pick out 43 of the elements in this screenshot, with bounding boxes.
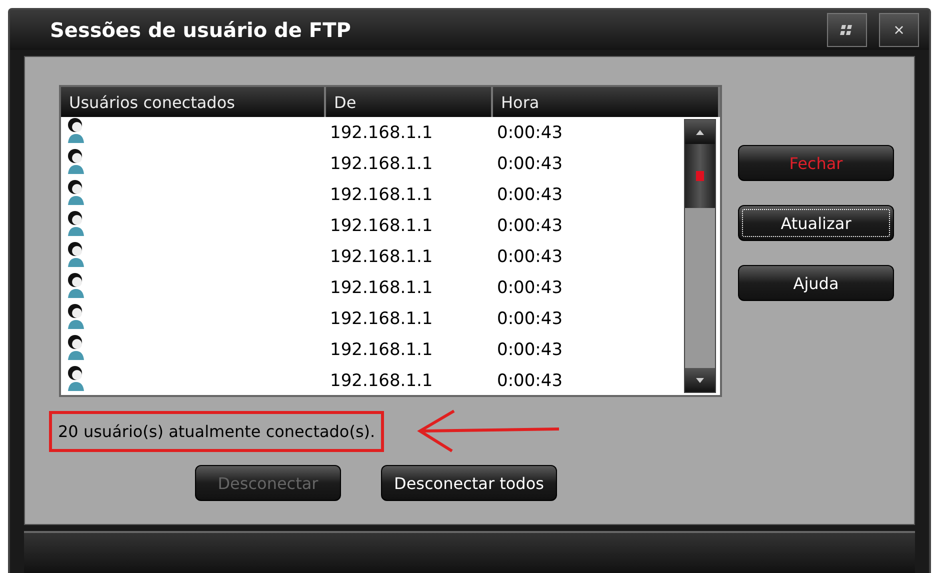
user-icon (65, 179, 87, 205)
down-arrow-icon (696, 378, 704, 382)
flag-icon (840, 24, 854, 36)
address-cell-text: 192.168.1.1 (329, 370, 434, 390)
address-cell-text: 192.168.1.1 (329, 154, 434, 174)
user-icon (65, 272, 87, 298)
user-icon (65, 241, 87, 267)
time-cell-text: 0:00:43 (496, 246, 564, 266)
action-button[interactable]: Fechar (738, 145, 894, 181)
column-header[interactable]: Usuários conectados (61, 87, 326, 117)
column-header[interactable]: De (326, 87, 493, 117)
action-button[interactable]: Ajuda (738, 265, 894, 301)
user-icon (65, 365, 87, 391)
time-cell-text: 0:00:43 (496, 184, 564, 204)
address-cell-text: 192.168.1.1 (329, 184, 434, 204)
user-icon (65, 334, 87, 360)
address-cell-text: 192.168.1.1 (329, 278, 434, 298)
up-arrow-icon (696, 130, 704, 134)
user-icon (65, 210, 87, 236)
time-cell-text: 0:00:43 (496, 370, 564, 390)
disconnect-button[interactable]: Desconectar todos (381, 465, 557, 501)
user-icon (65, 303, 87, 329)
address-cell-text: 192.168.1.1 (329, 122, 434, 142)
grip-icon (696, 171, 704, 181)
column-header[interactable]: Hora (493, 87, 720, 117)
time-cell-text: 0:00:43 (496, 122, 564, 142)
time-cell-text: 0:00:43 (496, 308, 564, 328)
time-cell-text: 0:00:43 (496, 216, 564, 236)
time-cell-text: 0:00:43 (496, 154, 564, 174)
status-text: 20 usuário(s) atualmente conectado(s). (49, 410, 384, 452)
close-button[interactable]: × (879, 13, 919, 47)
time-cell-text: 0:00:43 (496, 278, 564, 298)
window-title: Sessões de usuário de FTP (50, 18, 352, 42)
user-icon (65, 117, 87, 143)
address-cell-text: 192.168.1.1 (329, 246, 434, 266)
scrollbar[interactable] (684, 119, 716, 393)
user-icon (65, 148, 87, 174)
flag-button[interactable] (827, 13, 867, 47)
action-button[interactable]: Atualizar (738, 205, 894, 241)
address-cell-text: 192.168.1.1 (329, 308, 434, 328)
address-cell-text: 192.168.1.1 (329, 216, 434, 236)
address-cell-text: 192.168.1.1 (329, 340, 434, 360)
time-cell-text: 0:00:43 (496, 340, 564, 360)
